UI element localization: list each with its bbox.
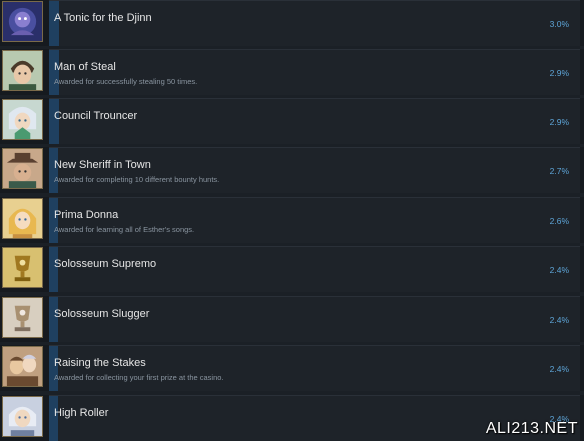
achievement-name: Solosseum Supremo — [54, 258, 157, 270]
achievement-name: A Tonic for the Djinn — [54, 12, 152, 24]
achievement-row[interactable]: New Sheriff in Town Awarded for completi… — [0, 147, 584, 193]
high-roller-portrait-icon — [2, 396, 43, 437]
achievement-percent: 2.7% — [549, 166, 569, 176]
singer-portrait-icon — [2, 198, 43, 239]
achievement-percent: 2.4% — [549, 364, 569, 374]
djinn-portrait-icon — [2, 1, 43, 42]
progress-bar: A Tonic for the Djinn 3.0% — [49, 0, 580, 46]
achievement-name: Raising the Stakes — [54, 357, 146, 369]
achievement-name: Council Trouncer — [54, 110, 138, 122]
progress-bar: Man of Steal Awarded for successfully st… — [49, 49, 580, 95]
casino-portrait-icon — [2, 346, 43, 387]
achievement-description: Awarded for completing 10 different boun… — [54, 175, 220, 184]
sheriff-portrait-icon — [2, 148, 43, 189]
achievement-percent: 2.4% — [549, 315, 569, 325]
achievement-name: Solosseum Slugger — [54, 308, 150, 320]
silver-trophy-icon — [2, 297, 43, 338]
progress-bar: Raising the Stakes Awarded for collectin… — [49, 345, 580, 391]
achievement-description: Awarded for successfully stealing 50 tim… — [54, 77, 198, 86]
achievement-name: New Sheriff in Town — [54, 159, 151, 171]
achievement-percent: 3.0% — [549, 19, 569, 29]
achievement-name: High Roller — [54, 407, 109, 419]
achievement-percent: 2.4% — [549, 265, 569, 275]
watermark: ALI213.NET — [485, 420, 578, 437]
achievement-percent: 2.9% — [549, 68, 569, 78]
achievement-row[interactable]: Man of Steal Awarded for successfully st… — [0, 49, 584, 95]
achievement-row[interactable]: Prima Donna Awarded for learning all of … — [0, 197, 584, 243]
achievement-percent: 2.9% — [549, 117, 569, 127]
achievement-description: Awarded for collecting your first prize … — [54, 373, 224, 382]
progress-bar: New Sheriff in Town Awarded for completi… — [49, 147, 580, 193]
elf-portrait-icon — [2, 99, 43, 140]
achievement-row[interactable]: Solosseum Slugger 2.4% — [0, 296, 584, 342]
progress-bar: Council Trouncer 2.9% — [49, 98, 580, 144]
achievement-name: Prima Donna — [54, 209, 119, 221]
progress-bar: Solosseum Slugger 2.4% — [49, 296, 580, 342]
achievement-row[interactable]: Raising the Stakes Awarded for collectin… — [0, 345, 584, 391]
progress-bar: Prima Donna Awarded for learning all of … — [49, 197, 580, 243]
achievement-row[interactable]: Council Trouncer 2.9% — [0, 98, 584, 144]
thief-portrait-icon — [2, 50, 43, 91]
gold-trophy-icon — [2, 247, 43, 288]
achievement-row[interactable]: A Tonic for the Djinn 3.0% — [0, 0, 584, 46]
progress-bar: Solosseum Supremo 2.4% — [49, 246, 580, 292]
achievement-row[interactable]: Solosseum Supremo 2.4% — [0, 246, 584, 292]
achievement-name: Man of Steal — [54, 61, 116, 73]
achievement-percent: 2.6% — [549, 216, 569, 226]
achievement-description: Awarded for learning all of Esther's son… — [54, 225, 195, 234]
